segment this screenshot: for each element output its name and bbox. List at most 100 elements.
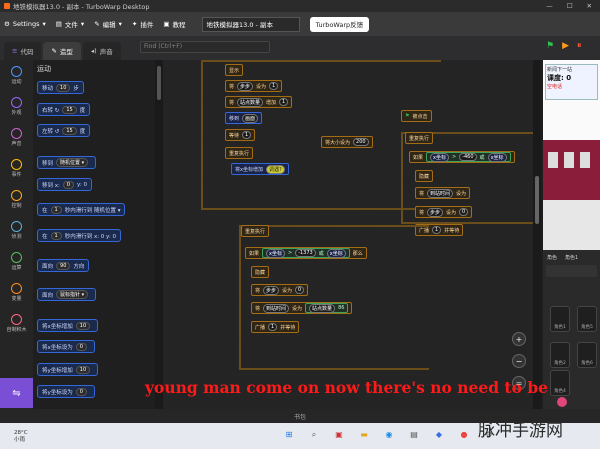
stage[interactable]: 新闻下一站 课度: 0 空电话	[543, 60, 600, 250]
stop-icon[interactable]: ▶	[562, 41, 569, 51]
if-block[interactable]: 如果 x坐标 > -1373 或 x坐标 那么	[245, 247, 367, 259]
project-title-input[interactable]: 地铁模拟器13.0 - 副本	[201, 16, 300, 32]
repeat-block[interactable]: 重复执行	[225, 147, 254, 159]
value-input[interactable]: -460	[459, 153, 477, 161]
addons-menu[interactable]: ✦ 插件	[132, 19, 153, 29]
show-block[interactable]: 显示	[225, 64, 244, 76]
palette-block[interactable]: 移到 x: 0 y: 0	[37, 178, 93, 191]
browser-icon[interactable]: ◉	[383, 429, 395, 441]
block-value[interactable]: 0	[62, 180, 75, 189]
category-item[interactable]: 运动	[0, 60, 33, 91]
set-var-block[interactable]: 将 步步 设为 0	[251, 284, 309, 296]
block-value[interactable]: 鼠标指针 ▾	[56, 290, 89, 299]
feedback-button[interactable]: TurboWarp反馈	[309, 16, 370, 32]
file-explorer-icon[interactable]: ▬	[358, 429, 370, 441]
palette-block[interactable]: 面向 鼠标指针 ▾	[37, 288, 97, 301]
block-value[interactable]: 随机位置 ▾	[56, 158, 89, 167]
block-value[interactable]: 1	[50, 205, 62, 214]
palette-block[interactable]: 将y坐标设为 0	[37, 385, 95, 398]
search-icon[interactable]: ⌕	[308, 429, 320, 441]
sprite-thumbnail[interactable]: 角色2	[550, 342, 570, 368]
block-value[interactable]: 10	[75, 321, 91, 330]
hide-block[interactable]: 隐藏	[415, 170, 434, 182]
block-value[interactable]: 0	[75, 387, 87, 396]
palette-block[interactable]: 左转 ↺ 15 度	[37, 124, 91, 137]
msg-dropdown[interactable]: 1	[268, 323, 278, 331]
if-block[interactable]: 如果 x坐标 > -460 或 x坐标	[409, 151, 515, 163]
zoom-in-icon[interactable]: +	[512, 332, 526, 346]
palette-block[interactable]: 将x坐标增加 10	[37, 319, 99, 332]
set-var-block[interactable]: 将 步步 设为 0	[415, 206, 473, 218]
category-item[interactable]: 事件	[0, 153, 33, 184]
palette-block[interactable]: 在 1 秒内滑行到 随机位置 ▾	[37, 203, 126, 216]
palette-block[interactable]: 移到 随机位置 ▾	[37, 156, 97, 169]
wait-block[interactable]: 等待 1	[225, 129, 256, 141]
var-dropdown[interactable]: 步步	[263, 285, 280, 295]
code-scrollbar[interactable]	[533, 60, 541, 409]
block-value[interactable]: 10	[56, 83, 71, 92]
var-dropdown[interactable]: 站点数量	[237, 97, 264, 107]
goto-block[interactable]: 移到 画面	[225, 112, 263, 124]
find-input[interactable]: Find (Ctrl+F)	[140, 41, 270, 53]
block-value[interactable]: 10	[75, 365, 91, 374]
block-value[interactable]: 1	[50, 231, 62, 240]
msg-dropdown[interactable]: 1	[432, 226, 442, 234]
palette-scrollbar[interactable]	[155, 60, 163, 409]
var-dropdown[interactable]: 步步	[237, 81, 254, 91]
value-input[interactable]: 0	[295, 286, 305, 294]
extension-button[interactable]: ⇋	[0, 378, 33, 408]
value-input[interactable]: 0	[459, 208, 469, 216]
palette-block[interactable]: 右转 ↻ 15 度	[37, 103, 91, 116]
palette-block[interactable]: 面向 90 方向	[37, 259, 90, 272]
zoom-out-icon[interactable]: −	[512, 354, 526, 368]
sprite-thumbnail[interactable]: 角色6	[577, 342, 597, 368]
sprite-thumbnail[interactable]: 角色1	[550, 306, 570, 332]
app-icon[interactable]: ◆	[433, 429, 445, 441]
palette-block[interactable]: 移动 10 步	[37, 81, 84, 94]
repeat-block[interactable]: 重复执行	[405, 132, 434, 144]
hide-block[interactable]: 隐藏	[251, 266, 270, 278]
block-value[interactable]: 15	[62, 105, 77, 114]
value-input[interactable]: -1373	[295, 249, 316, 257]
category-item[interactable]: 变量	[0, 277, 33, 308]
settings-menu[interactable]: ⚙ Settings ▾	[4, 20, 46, 28]
tab-costumes[interactable]: ✎ 造型	[43, 42, 81, 60]
file-menu[interactable]: ▤ 文件 ▾	[56, 19, 84, 29]
windows-start-icon[interactable]: ⊞	[283, 429, 295, 441]
category-item[interactable]: 控制	[0, 184, 33, 215]
minimize-icon[interactable]: —	[546, 2, 553, 10]
code-area[interactable]: 显示 将 步步 设为 1 将 站点数量 增加 1 移到 画面 等待 1 重复执行…	[163, 60, 541, 409]
palette-block[interactable]: 将y坐标增加 10	[37, 363, 99, 376]
task-view-icon[interactable]: ▣	[333, 429, 345, 441]
set-var-block[interactable]: 将 步步 设为 1	[225, 80, 283, 92]
tab-sounds[interactable]: ◂) 声音	[82, 42, 121, 60]
weather-widget[interactable]: 28°C 小雨	[14, 430, 28, 444]
var-dropdown[interactable]: 步步	[427, 207, 444, 217]
value-input[interactable]: 1	[269, 82, 279, 90]
broadcast-block[interactable]: 广播 1 并等待	[251, 321, 300, 333]
goto-dropdown[interactable]: 画面	[242, 113, 259, 123]
edit-menu[interactable]: ✎ 编辑 ▾	[94, 19, 122, 29]
turbowarp-icon[interactable]: ●	[458, 429, 470, 441]
set-time-block[interactable]: 将 到站时间 设为 站点数量 86	[251, 302, 353, 314]
close-icon[interactable]: ✕	[587, 2, 592, 10]
maximize-icon[interactable]: ☐	[567, 2, 573, 10]
tutorial-menu[interactable]: ▣ 教程	[163, 19, 185, 29]
tab-code[interactable]: ≡ 代码	[4, 42, 42, 60]
var-dropdown[interactable]: 到站时间	[427, 188, 454, 198]
category-item[interactable]: 运算	[0, 246, 33, 277]
category-item[interactable]: 外观	[0, 91, 33, 122]
sprite-thumbnail[interactable]: 角色5	[577, 306, 597, 332]
var-dropdown[interactable]: 到站时间	[263, 303, 290, 313]
category-item[interactable]: 自制积木	[0, 308, 33, 339]
change-var-block[interactable]: 将 站点数量 增加 1	[225, 96, 293, 108]
set-time-block[interactable]: 将 到站时间 设为	[415, 187, 471, 199]
category-item[interactable]: 声音	[0, 122, 33, 153]
repeat-block[interactable]: 重复执行	[241, 225, 270, 237]
store-icon[interactable]: ▤	[408, 429, 420, 441]
pause-icon[interactable]: ⏸	[577, 41, 582, 51]
green-flag-icon[interactable]: ⚑	[546, 41, 554, 51]
block-value[interactable]: 15	[62, 126, 77, 135]
palette-block[interactable]: 在 1 秒内滑行到 x: 0 y: 0	[37, 229, 122, 242]
block-value[interactable]: 0	[75, 342, 87, 351]
